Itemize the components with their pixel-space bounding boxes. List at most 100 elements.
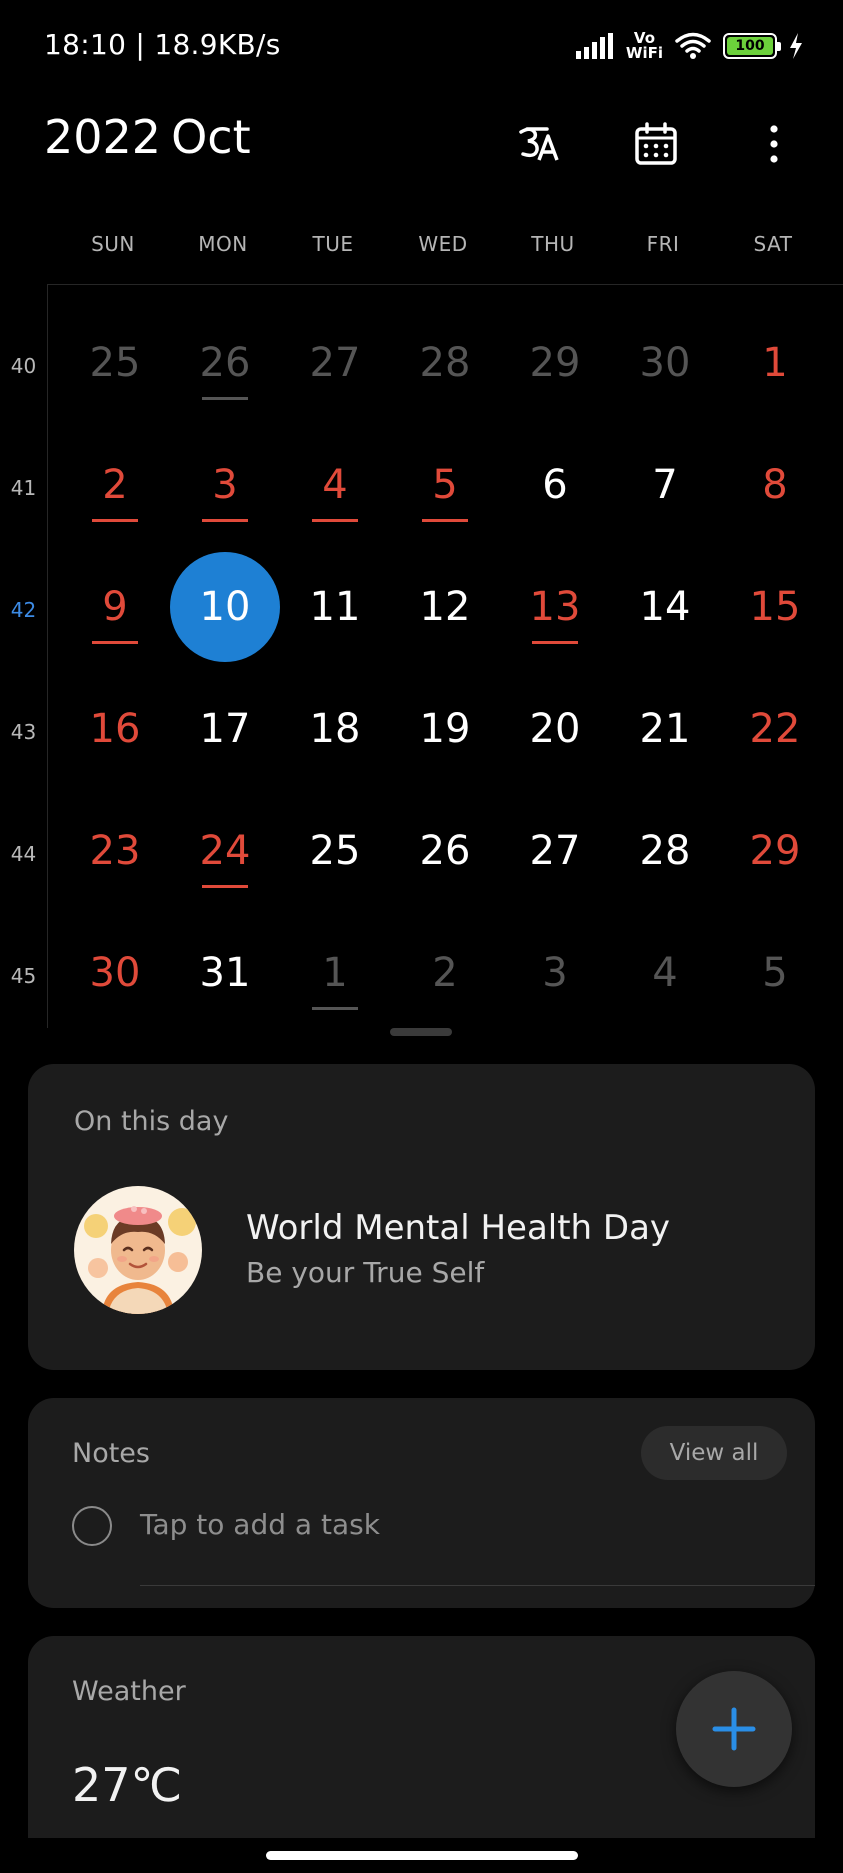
home-indicator[interactable]: [266, 1851, 578, 1860]
day-cell[interactable]: 24: [170, 796, 280, 906]
day-number: 23: [89, 828, 141, 874]
day-cell[interactable]: 28: [610, 796, 720, 906]
week-number: 40: [10, 354, 37, 378]
weekday-tue: TUE: [312, 232, 354, 256]
day-number: 30: [89, 950, 141, 996]
day-number: 10: [199, 584, 251, 630]
year-label: 2022: [44, 110, 162, 164]
day-cell[interactable]: 4: [610, 918, 720, 1028]
day-number: 9: [102, 584, 128, 630]
day-number: 31: [199, 950, 251, 996]
day-cell[interactable]: 8: [720, 430, 830, 540]
week-number: 45: [10, 964, 37, 988]
day-number: 29: [529, 340, 581, 386]
charging-bolt-icon: [790, 33, 802, 59]
weekday-fri: FRI: [646, 232, 680, 256]
month-label: Oct: [171, 110, 251, 164]
day-number: 3: [212, 462, 238, 508]
plus-icon: [712, 1707, 756, 1751]
day-number: 30: [639, 340, 691, 386]
day-cell[interactable]: 28: [390, 308, 500, 418]
vowifi-icon: Vo WiFi: [626, 31, 663, 61]
day-number: 27: [529, 828, 581, 874]
day-cell[interactable]: 26: [390, 796, 500, 906]
more-vertical-icon: [770, 125, 778, 163]
day-cell[interactable]: 29: [500, 308, 610, 418]
language-button[interactable]: [508, 112, 572, 176]
day-cell[interactable]: 17: [170, 674, 280, 784]
day-cell[interactable]: 16: [60, 674, 170, 784]
add-event-button[interactable]: [676, 1671, 792, 1787]
day-number: 1: [762, 340, 788, 386]
week-row: 41 2 3 4 5 6 7 8: [0, 418, 843, 540]
wifi-icon: [675, 32, 711, 59]
month-title[interactable]: 2022 Oct: [44, 110, 251, 164]
day-cell[interactable]: 1: [280, 918, 390, 1028]
day-cell[interactable]: 27: [280, 308, 390, 418]
day-cell[interactable]: 30: [610, 308, 720, 418]
day-cell[interactable]: 27: [500, 796, 610, 906]
day-cell[interactable]: 23: [60, 796, 170, 906]
day-cell[interactable]: 2: [60, 430, 170, 540]
week-row: 43 16 17 18 19 20 21 22: [0, 662, 843, 784]
day-cell[interactable]: 12: [390, 552, 500, 662]
add-task-input[interactable]: Tap to add a task: [140, 1508, 380, 1541]
view-all-button[interactable]: View all: [641, 1426, 787, 1480]
task-checkbox[interactable]: [72, 1506, 112, 1546]
day-cell[interactable]: 3: [500, 918, 610, 1028]
day-number: 27: [309, 340, 361, 386]
weekday-sun: SUN: [91, 232, 135, 256]
day-cell[interactable]: 19: [390, 674, 500, 784]
day-cell[interactable]: 29: [720, 796, 830, 906]
day-cell[interactable]: 1: [720, 308, 830, 418]
day-cell[interactable]: 7: [610, 430, 720, 540]
more-options-button[interactable]: [742, 112, 806, 176]
day-number: 2: [432, 950, 458, 996]
day-number: 24: [199, 828, 251, 874]
day-number: 7: [652, 462, 678, 508]
day-cell[interactable]: 14: [610, 552, 720, 662]
day-cell[interactable]: 25: [60, 308, 170, 418]
day-cell[interactable]: 22: [720, 674, 830, 784]
day-cell[interactable]: 21: [610, 674, 720, 784]
day-number: 19: [419, 706, 471, 752]
day-cell[interactable]: 20: [500, 674, 610, 784]
drag-handle[interactable]: [390, 1028, 452, 1036]
day-cell[interactable]: 31: [170, 918, 280, 1028]
week-row: 44 23 24 25 26 27 28 29: [0, 784, 843, 906]
event-title: World Mental Health Day: [246, 1208, 671, 1248]
day-cell-today[interactable]: 10: [170, 552, 280, 662]
day-cell[interactable]: 26: [170, 308, 280, 418]
day-cell[interactable]: 25: [280, 796, 390, 906]
day-number: 4: [322, 462, 348, 508]
day-cell[interactable]: 2: [390, 918, 500, 1028]
day-cell[interactable]: 15: [720, 552, 830, 662]
day-cell[interactable]: 5: [390, 430, 500, 540]
on-this-day-label: On this day: [74, 1106, 229, 1137]
day-cell[interactable]: 5: [720, 918, 830, 1028]
day-cell[interactable]: 13: [500, 552, 610, 662]
signal-icon: [575, 33, 613, 59]
status-bar: 18:10 | 18.9KB/s Vo WiFi 100: [0, 0, 843, 92]
smiling-person-illustration: [84, 1206, 196, 1314]
on-this-day-card[interactable]: On this day World Mental Health Day Be y…: [28, 1064, 815, 1370]
day-cell[interactable]: 6: [500, 430, 610, 540]
day-number: 6: [542, 462, 568, 508]
day-cell[interactable]: 4: [280, 430, 390, 540]
battery-icon: 100: [723, 33, 781, 59]
grid-divider-top: [47, 284, 843, 285]
day-number: 25: [309, 828, 361, 874]
day-number: 26: [199, 340, 251, 386]
week-row: 42 9 10 11 12 13 14 15: [0, 540, 843, 662]
day-cell[interactable]: 30: [60, 918, 170, 1028]
day-cell[interactable]: 3: [170, 430, 280, 540]
day-number: 26: [419, 828, 471, 874]
day-cell[interactable]: 9: [60, 552, 170, 662]
go-to-date-button[interactable]: [624, 112, 688, 176]
notes-label: Notes: [72, 1438, 150, 1469]
day-cell[interactable]: 18: [280, 674, 390, 784]
status-icons: Vo WiFi 100: [575, 26, 803, 66]
day-cell[interactable]: 11: [280, 552, 390, 662]
week-number: 42: [10, 598, 37, 622]
day-number: 4: [652, 950, 678, 996]
